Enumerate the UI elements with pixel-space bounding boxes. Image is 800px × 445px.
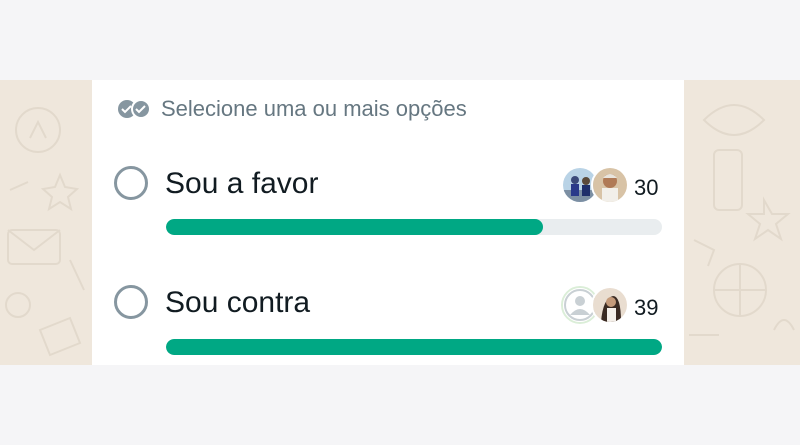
voter-photo-icon <box>593 168 627 202</box>
poll-hint: Selecione uma ou mais opções <box>117 96 467 122</box>
doodle-pattern-left <box>5 107 85 357</box>
doodle-pattern-right <box>689 104 795 336</box>
poll-option-label: Sou a favor <box>165 167 319 200</box>
vote-progress-fill <box>166 339 662 355</box>
voter-avatars[interactable] <box>561 286 629 324</box>
poll-card: Selecione uma ou mais opções Sou a favor <box>92 80 684 365</box>
radio-unchecked-icon[interactable] <box>114 166 148 200</box>
radio-unchecked-icon[interactable] <box>114 285 148 319</box>
vote-progress-track <box>166 219 662 235</box>
avatar <box>591 286 629 324</box>
vote-count: 39 <box>634 295 659 320</box>
vote-count: 30 <box>634 175 659 200</box>
poll-option-contra[interactable]: Sou contra 39 <box>92 280 684 370</box>
voter-photo-icon <box>593 288 627 322</box>
vote-progress-fill <box>166 219 543 235</box>
avatar <box>591 166 629 204</box>
poll-option-label: Sou contra <box>165 286 311 319</box>
voter-avatars[interactable] <box>561 166 629 204</box>
poll-option-a-favor[interactable]: Sou a favor 30 <box>92 160 684 250</box>
poll-hint-text: Selecione uma ou mais opções <box>161 96 467 121</box>
vote-progress-track <box>166 339 662 355</box>
double-check-icon <box>118 99 151 119</box>
